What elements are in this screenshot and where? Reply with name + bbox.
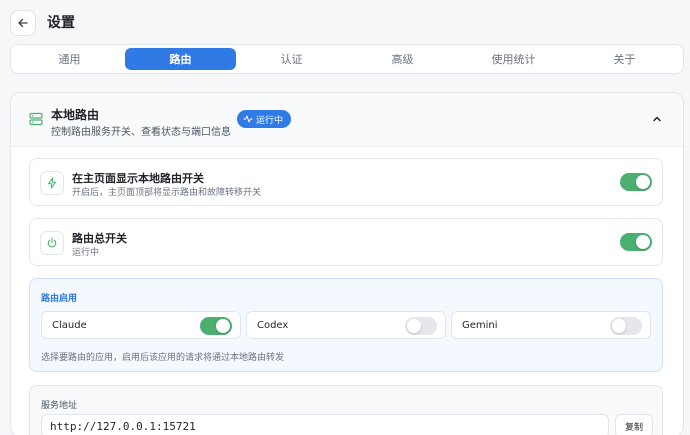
tab-general[interactable]: 通用 xyxy=(14,48,125,70)
routing-enable-section: 路由启用 Claude Codex Gemini 选择要路由的应用，启用后该应用… xyxy=(29,278,663,372)
toggle-knob xyxy=(636,235,650,249)
page-title: 设置 xyxy=(47,15,75,31)
copy-button[interactable]: 复制 xyxy=(615,414,653,435)
tab-usage-stats[interactable]: 使用统计 xyxy=(458,48,569,70)
tab-auth[interactable]: 认证 xyxy=(236,48,347,70)
panel-title: 本地路由 xyxy=(51,108,100,122)
service-address-label: 服务地址 xyxy=(41,401,78,411)
app-card-claude: Claude xyxy=(41,311,241,339)
app-card-gemini: Gemini xyxy=(451,311,651,339)
header: 设置 xyxy=(0,0,690,44)
master-switch-card: 路由总开关 运行中 xyxy=(29,218,663,266)
status-badge: 运行中 xyxy=(237,110,292,128)
master-switch-subtitle: 运行中 xyxy=(72,248,100,258)
routing-enable-label: 路由启用 xyxy=(41,294,78,304)
tab-about[interactable]: 关于 xyxy=(569,48,680,70)
power-icon xyxy=(47,237,57,248)
status-badge-label: 运行中 xyxy=(256,115,284,126)
back-button[interactable] xyxy=(10,10,36,36)
settings-tabs: 通用 路由 认证 高级 使用统计 关于 xyxy=(10,44,684,74)
app-card-codex: Codex xyxy=(246,311,446,339)
app-name-gemini: Gemini xyxy=(462,320,498,331)
toggle-knob xyxy=(407,319,421,333)
tab-routing[interactable]: 路由 xyxy=(125,48,236,70)
activity-icon xyxy=(243,115,253,123)
service-address-section: 服务地址 http://127.0.0.1:15721 复制 xyxy=(29,385,663,435)
service-address-field[interactable]: http://127.0.0.1:15721 xyxy=(41,414,609,435)
chevron-up-icon[interactable] xyxy=(651,113,663,125)
app-name-codex: Codex xyxy=(257,320,289,331)
panel-header[interactable]: 本地路由 控制路由服务开关、查看状态与端口信息 运行中 xyxy=(11,93,683,147)
gemini-toggle[interactable] xyxy=(610,317,642,335)
toggle-knob xyxy=(612,319,626,333)
arrow-left-icon xyxy=(18,18,28,28)
lightning-icon xyxy=(48,177,56,189)
local-routing-panel: 本地路由 控制路由服务开关、查看状态与端口信息 运行中 在主页面显示本地路由开关… xyxy=(10,92,684,435)
show-switch-title: 在主页面显示本地路由开关 xyxy=(72,172,204,185)
show-switch-card: 在主页面显示本地路由开关 开启后，主页面顶部将显示路由和故障转移开关 xyxy=(29,158,663,206)
show-switch-toggle[interactable] xyxy=(620,173,652,191)
server-icon xyxy=(29,112,43,126)
toggle-knob xyxy=(636,175,650,189)
codex-toggle[interactable] xyxy=(405,317,437,335)
routing-hint: 选择要路由的应用，启用后该应用的请求将通过本地路由转发 xyxy=(41,353,285,363)
panel-subtitle: 控制路由服务开关、查看状态与端口信息 xyxy=(51,127,231,138)
app-name-claude: Claude xyxy=(52,320,87,331)
claude-toggle[interactable] xyxy=(200,317,232,335)
toggle-knob xyxy=(216,319,230,333)
master-switch-icon-box xyxy=(40,231,64,255)
show-switch-subtitle: 开启后，主页面顶部将显示路由和故障转移开关 xyxy=(72,188,262,198)
master-switch-title: 路由总开关 xyxy=(72,232,127,245)
tab-advanced[interactable]: 高级 xyxy=(347,48,458,70)
master-switch-toggle[interactable] xyxy=(620,233,652,251)
show-switch-icon-box xyxy=(40,171,64,195)
